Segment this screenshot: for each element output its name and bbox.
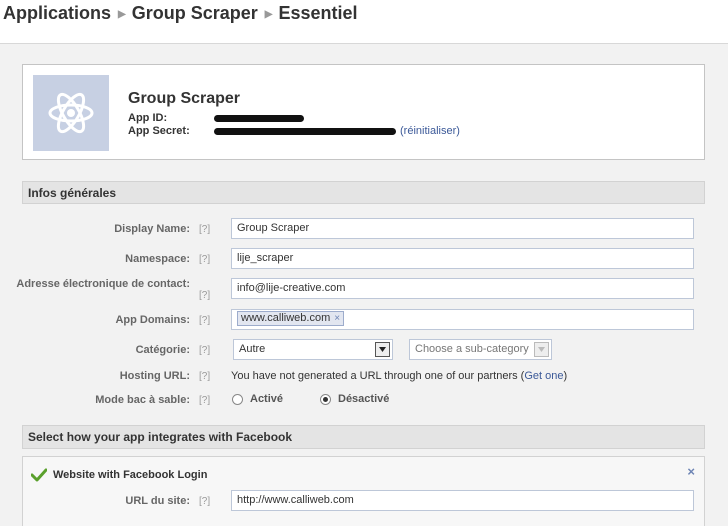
help-link[interactable]: [?]: [199, 345, 210, 356]
sandbox-on-label: Activé: [250, 393, 284, 405]
breadcrumb-applications[interactable]: Applications: [3, 3, 111, 24]
hosting-url-label: Hosting URL:: [119, 370, 190, 382]
app-domains-row: App Domains: [?] www.calliweb.com ×: [22, 308, 705, 332]
app-id-row: App ID:: [128, 112, 304, 124]
breadcrumb-current: Essentiel: [278, 2, 358, 23]
help-link[interactable]: [?]: [199, 496, 210, 507]
check-icon: [30, 468, 48, 485]
sandbox-label: Mode bac à sable:: [95, 394, 190, 406]
radio-unchecked-icon: [232, 393, 243, 405]
website-login-panel: Website with Facebook Login × URL du sit…: [22, 456, 705, 526]
help-link[interactable]: [?]: [199, 315, 210, 326]
radio-checked-icon: [320, 393, 331, 405]
category-select[interactable]: Autre: [233, 339, 393, 360]
category-value: Autre: [239, 343, 266, 355]
app-domains-input[interactable]: www.calliweb.com ×: [231, 309, 694, 330]
app-atom-icon: [33, 75, 109, 151]
help-link[interactable]: [?]: [199, 224, 210, 235]
namespace-label: Namespace:: [125, 253, 190, 265]
contact-email-input[interactable]: info@lije-creative.com: [231, 278, 694, 299]
help-link[interactable]: [?]: [199, 395, 210, 406]
app-summary-card: Group Scraper App ID: App Secret: (réini…: [22, 64, 705, 160]
help-link[interactable]: [?]: [199, 254, 210, 265]
breadcrumb: Applications ▶ Group Scraper ▶ Essentiel: [3, 2, 358, 24]
category-label: Catégorie:: [135, 344, 190, 356]
hosting-url-text: You have not generated a URL through one…: [231, 370, 567, 382]
chevron-down-icon: [375, 342, 390, 357]
app-secret-label: App Secret:: [128, 125, 190, 137]
hosting-url-row: Hosting URL: [?] You have not generated …: [22, 368, 705, 386]
domain-token-text: www.calliweb.com: [241, 312, 331, 324]
display-name-input[interactable]: Group Scraper: [231, 218, 694, 239]
redacted-app-id: [214, 114, 304, 122]
redacted-app-secret: [214, 127, 396, 135]
sub-category-placeholder: Choose a sub-category: [415, 343, 529, 355]
category-row: Catégorie: [?] Autre Choose a sub-catego…: [22, 338, 705, 362]
hosting-url-message-end: ): [563, 370, 568, 382]
sandbox-on-radio[interactable]: Activé: [232, 393, 283, 405]
domain-token: www.calliweb.com ×: [237, 311, 345, 326]
namespace-row: Namespace: [?] lije_scraper: [22, 247, 705, 271]
close-icon[interactable]: ×: [687, 464, 695, 479]
app-id-label: App ID:: [128, 112, 168, 124]
website-login-title: Website with Facebook Login: [53, 469, 208, 481]
contact-email-label: Adresse électronique de contact:: [16, 278, 190, 290]
sub-category-select[interactable]: Choose a sub-category: [409, 339, 552, 360]
remove-token-icon[interactable]: ×: [334, 313, 340, 324]
contact-email-row: Adresse électronique de contact: [?] inf…: [16, 277, 705, 305]
site-url-input[interactable]: http://www.calliweb.com: [231, 490, 694, 511]
display-name-row: Display Name: [?] Group Scraper: [22, 217, 705, 241]
help-link[interactable]: [?]: [199, 290, 210, 301]
reset-secret-link[interactable]: (réinitialiser): [400, 125, 460, 137]
app-secret-row: App Secret: (réinitialiser): [128, 125, 460, 137]
sandbox-off-label: Désactivé: [338, 393, 390, 405]
get-one-link[interactable]: Get one: [524, 370, 563, 382]
sandbox-off-radio[interactable]: Désactivé: [320, 393, 389, 405]
section-header-integration: Select how your app integrates with Face…: [22, 425, 705, 449]
breadcrumb-arrow-icon: ▶: [118, 8, 126, 20]
app-domains-label: App Domains:: [115, 314, 190, 326]
help-link[interactable]: [?]: [199, 371, 210, 382]
chevron-down-icon: [534, 342, 549, 357]
display-name-label: Display Name:: [114, 223, 190, 235]
sandbox-row: Mode bac à sable: [?] Activé Désactivé: [22, 392, 705, 410]
hosting-url-message: You have not generated a URL through one…: [231, 370, 525, 382]
settings-page: Group Scraper App ID: App Secret: (réini…: [0, 43, 728, 526]
namespace-input[interactable]: lije_scraper: [231, 248, 694, 269]
app-name: Group Scraper: [128, 90, 241, 107]
section-header-general: Infos générales: [22, 181, 705, 204]
breadcrumb-app[interactable]: Group Scraper: [132, 3, 258, 24]
breadcrumb-arrow-icon: ▶: [264, 8, 273, 20]
site-url-label: URL du site:: [125, 495, 190, 507]
